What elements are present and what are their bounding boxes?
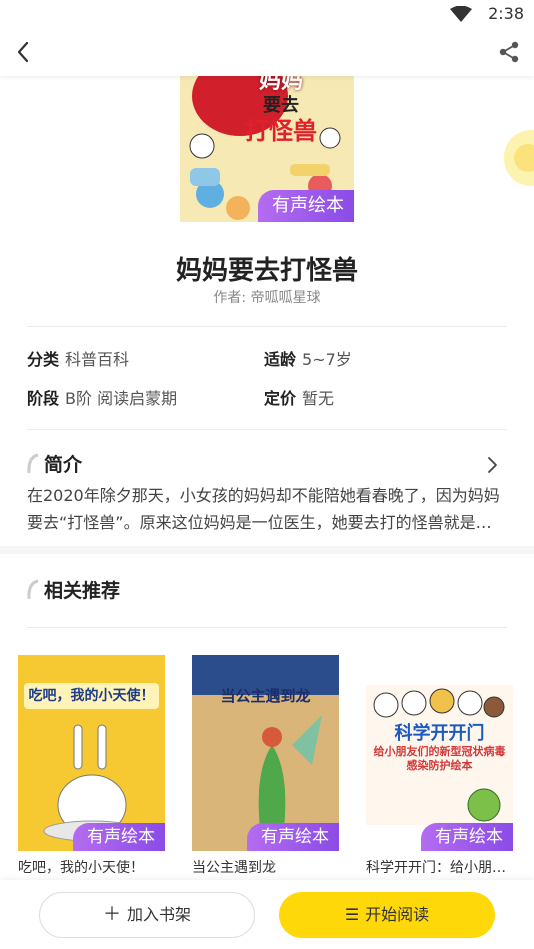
cover-title: 妈妈 [258, 76, 303, 94]
recommend-item[interactable]: 当公主遇到龙 有声绘本 当公主遇到龙 [192, 655, 339, 877]
audio-book-badge: 有声绘本 [73, 823, 165, 851]
book-title: 妈妈要去打怪兽 [175, 256, 358, 286]
divider [27, 326, 507, 327]
wifi-icon [450, 6, 472, 22]
floating-tab[interactable] [504, 130, 534, 186]
list-icon: ☰ [344, 905, 360, 924]
recommend-heading: 相关推荐 [26, 576, 120, 603]
meta-age: 适龄 5~7岁 [264, 350, 352, 369]
recommend-cover: 当公主遇到龙 有声绘本 [192, 655, 339, 851]
book-author: 作者: 帝呱呱星球 [213, 290, 321, 306]
plus-icon: ＋ [102, 904, 121, 925]
audio-book-badge: 有声绘本 [247, 823, 339, 851]
divider [27, 627, 507, 628]
audio-book-badge: 有声绘本 [258, 190, 354, 222]
section-mark-icon [27, 579, 39, 600]
status-bar: 2:38 [0, 0, 534, 30]
add-to-shelf-button[interactable]: ＋加入书架 [39, 892, 255, 938]
cover-title-line3: 打怪兽 [245, 117, 317, 145]
recommend-cover-title: 吃吧，我的小天使！ [28, 688, 155, 704]
nav-bar [0, 30, 534, 76]
intro-text[interactable]: 在2020年除夕那天，小女孩的妈妈却不能陪她看春晚了，因为妈妈要去“打怪兽”。原… [27, 482, 507, 536]
recommend-item[interactable]: 吃吧，我的小天使！ 有声绘本 吃吧，我的小天使！ [18, 655, 165, 877]
recommend-cover-title: 当公主遇到龙 [220, 687, 311, 705]
bottom-action-bar: ＋加入书架 ☰ 开始阅读 [0, 880, 534, 949]
meta-price: 定价 暂无 [264, 389, 335, 408]
recommend-cover-title: 科学开开门 [394, 723, 485, 744]
chevron-left-icon[interactable] [10, 38, 38, 66]
book-detail-page: 2:38 妈妈 要去 打怪兽 有声绘本 妈妈要去打怪兽 作者: 帝呱呱星球 分类… [0, 0, 534, 949]
book-cover[interactable]: 妈妈 要去 打怪兽 有声绘本 [180, 76, 354, 222]
section-mark-icon [27, 453, 39, 474]
audio-book-badge: 有声绘本 [421, 823, 513, 851]
recommend-item[interactable]: 科学开开门 给小朋友们的新型冠状病毒感染防护绘本 有声绘本 科学开开门：给小朋友… [366, 655, 513, 877]
status-time: 2:38 [488, 4, 524, 23]
cover-title-line2: 要去 [263, 95, 299, 116]
recommend-cover-subtitle: 给小朋友们的新型冠状病毒感染防护绘本 [373, 745, 506, 772]
recommend-cover: 吃吧，我的小天使！ 有声绘本 [18, 655, 165, 851]
chevron-right-icon[interactable] [484, 455, 500, 475]
meta-category: 分类 科普百科 [27, 350, 130, 369]
intro-heading[interactable]: 简介 [26, 450, 82, 477]
recommend-cover: 科学开开门 给小朋友们的新型冠状病毒感染防护绘本 有声绘本 [366, 655, 513, 851]
share-icon[interactable] [496, 39, 522, 65]
section-gap [0, 546, 534, 554]
recommend-name: 吃吧，我的小天使！ [18, 860, 144, 876]
start-reading-button[interactable]: ☰ 开始阅读 [279, 892, 495, 938]
recommend-name: 科学开开门：给小朋友们的新型冠状病毒感染防护绘本 [366, 860, 513, 876]
meta-stage: 阶段 B阶 阅读启蒙期 [27, 389, 178, 408]
recommend-name: 当公主遇到龙 [192, 860, 276, 876]
divider [27, 429, 507, 430]
